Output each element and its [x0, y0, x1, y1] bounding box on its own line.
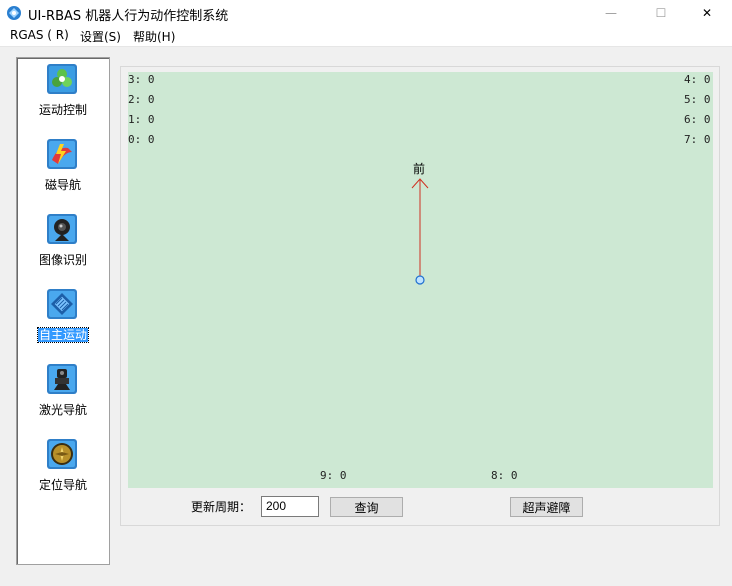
sensor-6-readout: 6: 0	[684, 113, 711, 126]
sensor-8-readout: 8: 0	[491, 469, 518, 482]
magnetic-navigation-icon	[47, 139, 77, 169]
robot-position-marker	[415, 275, 425, 285]
sidebar-item-label: 定位导航	[38, 478, 87, 492]
ultrasonic-avoidance-button[interactable]: 超声避障	[510, 497, 583, 517]
heading-arrow	[411, 178, 429, 285]
sensor-0-readout: 0: 0	[128, 133, 155, 146]
sidebar: 运动控制 磁导航 图像识别 自主运动 激光导航 定位导航	[16, 57, 110, 565]
autonomous-motion-icon	[47, 289, 77, 319]
sensor-7-readout: 7: 0	[684, 133, 711, 146]
query-button[interactable]: 查询	[330, 497, 403, 517]
laser-navigation-icon	[47, 364, 77, 394]
app-icon	[7, 6, 21, 20]
sensor-1-readout: 1: 0	[128, 113, 155, 126]
sidebar-item-positioning-navigation[interactable]: 定位导航	[17, 438, 109, 498]
menu-bar: RGAS ( R) 设置(S) 帮助(H)	[0, 26, 732, 47]
close-button[interactable]: ✕	[684, 0, 730, 26]
camera-icon	[47, 214, 77, 244]
title-bar: UI-RBAS 机器人行为动作控制系统 — ☐ ✕	[0, 0, 732, 26]
sidebar-item-label: 图像识别	[38, 253, 87, 267]
maximize-button[interactable]: ☐	[638, 0, 684, 26]
minimize-button[interactable]: —	[588, 0, 634, 26]
sidebar-item-image-recognition[interactable]: 图像识别	[17, 213, 109, 273]
update-period-input[interactable]: 200	[261, 496, 319, 517]
menu-help[interactable]: 帮助(H)	[133, 28, 175, 45]
sensor-2-readout: 2: 0	[128, 93, 155, 106]
menu-settings[interactable]: 设置(S)	[80, 28, 121, 45]
sidebar-item-label: 运动控制	[38, 103, 87, 117]
direction-label: 前	[413, 162, 426, 176]
sidebar-item-label: 磁导航	[44, 178, 81, 192]
sensor-4-readout: 4: 0	[684, 73, 711, 86]
sensor-9-readout: 9: 0	[320, 469, 347, 482]
window-title: UI-RBAS 机器人行为动作控制系统	[28, 9, 229, 24]
close-icon: ✕	[701, 6, 713, 20]
sidebar-item-label: 激光导航	[38, 403, 87, 417]
motion-control-icon	[47, 64, 77, 94]
update-period-label: 更新周期：	[191, 500, 252, 514]
sidebar-item-laser-navigation[interactable]: 激光导航	[17, 363, 109, 423]
sidebar-item-autonomous-motion[interactable]: 自主运动	[17, 288, 109, 348]
maximize-icon: ☐	[655, 6, 667, 20]
sensor-5-readout: 5: 0	[684, 93, 711, 106]
sidebar-item-label: 自主运动	[36, 327, 90, 343]
menu-rgas[interactable]: RGAS ( R)	[10, 28, 69, 42]
minimize-icon: —	[605, 6, 617, 20]
positioning-navigation-icon	[47, 439, 77, 469]
sidebar-item-magnetic-navigation[interactable]: 磁导航	[17, 138, 109, 198]
sensor-3-readout: 3: 0	[128, 73, 155, 86]
sidebar-item-motion-control[interactable]: 运动控制	[17, 63, 109, 123]
